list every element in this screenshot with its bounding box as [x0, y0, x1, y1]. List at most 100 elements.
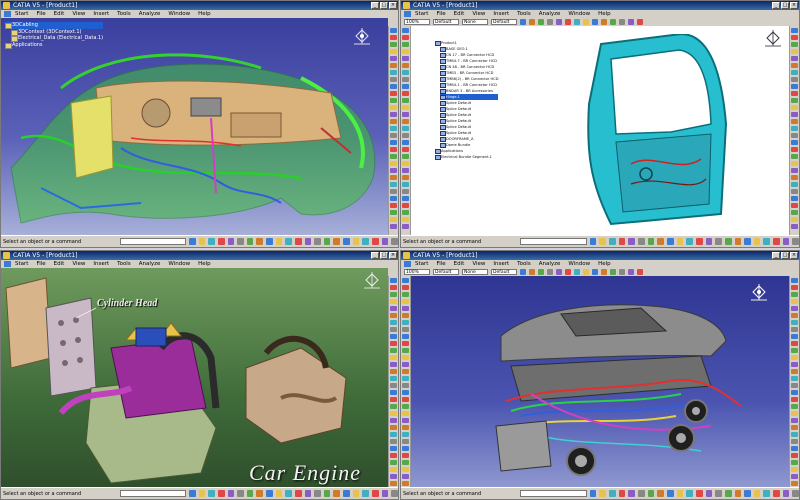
toolbar-tool-icon[interactable]: [390, 467, 397, 472]
toolbar-tool-icon[interactable]: [791, 126, 798, 131]
status-tool-icon[interactable]: [294, 490, 302, 497]
status-tool-icon[interactable]: [782, 490, 790, 497]
menu-view[interactable]: View: [472, 10, 485, 18]
toolbar-tool-icon[interactable]: [402, 467, 409, 472]
toolbar-tool-icon[interactable]: [791, 299, 798, 304]
layer-combo[interactable]: None: [462, 269, 488, 275]
toolbar-tool-icon[interactable]: [402, 112, 409, 117]
menu-view[interactable]: View: [72, 260, 85, 268]
toolbar-tool-icon[interactable]: [402, 432, 409, 437]
toolbar-tool-icon[interactable]: [390, 299, 397, 304]
menu-edit[interactable]: Edit: [54, 10, 65, 18]
toolbar-tool-icon[interactable]: [402, 126, 409, 131]
status-tool-icon[interactable]: [705, 238, 713, 245]
toolbar-tool-icon[interactable]: [791, 70, 798, 75]
toolbar-tool-icon[interactable]: [402, 161, 409, 166]
toolbar-tool-icon[interactable]: [390, 327, 397, 332]
toolbar-tool-icon[interactable]: [791, 217, 798, 222]
view-tool-icon[interactable]: [628, 19, 634, 25]
toolbar-tool-icon[interactable]: [791, 362, 798, 367]
toolbar-tool-icon[interactable]: [390, 63, 397, 68]
toolbar-tool-icon[interactable]: [402, 418, 409, 423]
toolbar-tool-icon[interactable]: [791, 446, 798, 451]
toolbar-tool-icon[interactable]: [402, 63, 409, 68]
view-tool-icon[interactable]: [637, 269, 643, 275]
toolbar-tool-icon[interactable]: [791, 425, 798, 430]
status-tool-icon[interactable]: [333, 490, 341, 497]
toolbar-tool-icon[interactable]: [791, 182, 798, 187]
toolbar-tool-icon[interactable]: [390, 446, 397, 451]
menu-file[interactable]: File: [436, 10, 445, 18]
status-tool-icon[interactable]: [715, 490, 722, 497]
toolbar-tool-icon[interactable]: [791, 334, 798, 339]
toolbar-tool-icon[interactable]: [390, 334, 397, 339]
status-tool-icon[interactable]: [628, 238, 635, 245]
toolbar-tool-icon[interactable]: [791, 84, 798, 89]
toolbar-tool-icon[interactable]: [402, 446, 409, 451]
status-tool-icon[interactable]: [208, 490, 215, 497]
toolbar-tool-icon[interactable]: [791, 77, 798, 82]
maximize-button[interactable]: □: [781, 252, 789, 259]
toolbar-tool-icon[interactable]: [791, 161, 798, 166]
compass-icon[interactable]: [360, 270, 384, 294]
toolbar-tool-icon[interactable]: [390, 210, 397, 215]
status-tool-icon[interactable]: [189, 490, 196, 497]
view-tool-icon[interactable]: [610, 269, 616, 275]
menu-view[interactable]: View: [472, 260, 485, 268]
toolbar-tool-icon[interactable]: [390, 91, 397, 96]
toolbar-tool-icon[interactable]: [402, 210, 409, 215]
tree-node[interactable]: Applications: [5, 42, 103, 48]
toolbar-tool-icon[interactable]: [390, 348, 397, 353]
view-tool-icon[interactable]: [520, 19, 526, 25]
render-combo[interactable]: Default: [491, 19, 517, 25]
view-tool-icon[interactable]: [520, 269, 526, 275]
menu-window[interactable]: Window: [568, 10, 590, 18]
status-tool-icon[interactable]: [686, 490, 693, 497]
toolbar-tool-icon[interactable]: [390, 397, 397, 402]
status-tool-icon[interactable]: [189, 238, 196, 245]
menu-help[interactable]: Help: [598, 260, 611, 268]
toolbar-tool-icon[interactable]: [402, 42, 409, 47]
toolbar-tool-icon[interactable]: [390, 278, 397, 283]
view-tool-icon[interactable]: [610, 19, 616, 25]
toolbar-tool-icon[interactable]: [390, 56, 397, 61]
status-tool-icon[interactable]: [695, 490, 703, 497]
status-tool-icon[interactable]: [381, 490, 389, 497]
toolbar-tool-icon[interactable]: [791, 411, 798, 416]
close-button[interactable]: ×: [389, 2, 397, 9]
toolbar-tool-icon[interactable]: [402, 376, 409, 381]
menu-tools[interactable]: Tools: [517, 10, 531, 18]
toolbar-tool-icon[interactable]: [402, 313, 409, 318]
status-tool-icon[interactable]: [343, 490, 350, 497]
toolbar-tool-icon[interactable]: [402, 383, 409, 388]
status-tool-icon[interactable]: [763, 238, 771, 245]
toolbar-tool-icon[interactable]: [390, 425, 397, 430]
view-tool-icon[interactable]: [529, 19, 535, 25]
toolbar-tool-icon[interactable]: [402, 77, 409, 82]
toolbar-tool-icon[interactable]: [390, 140, 397, 145]
toolbar-tool-icon[interactable]: [402, 91, 409, 96]
status-tool-icon[interactable]: [323, 238, 331, 245]
toolbar-tool-icon[interactable]: [791, 320, 798, 325]
status-tool-icon[interactable]: [352, 490, 360, 497]
status-tool-icon[interactable]: [314, 490, 321, 497]
style-combo[interactable]: Default: [433, 19, 459, 25]
view-tool-icon[interactable]: [547, 19, 553, 25]
status-tool-icon[interactable]: [647, 238, 655, 245]
toolbar-tool-icon[interactable]: [390, 224, 397, 229]
toolbar-tool-icon[interactable]: [390, 439, 397, 444]
menu-edit[interactable]: Edit: [54, 260, 65, 268]
maximize-button[interactable]: □: [380, 252, 388, 259]
menu-help[interactable]: Help: [198, 260, 211, 268]
toolbar-tool-icon[interactable]: [390, 196, 397, 201]
catia-window-dashboard[interactable]: CATIA V5 - [Product1] _ □ × Start File Edi…: [0, 0, 399, 248]
toolbar-tool-icon[interactable]: [402, 453, 409, 458]
menu-file[interactable]: File: [36, 10, 45, 18]
toolbar-tool-icon[interactable]: [390, 481, 397, 486]
menu-window[interactable]: Window: [168, 260, 190, 268]
command-input[interactable]: [520, 238, 587, 245]
toolbar-tool-icon[interactable]: [402, 299, 409, 304]
toolbar-tool-icon[interactable]: [390, 42, 397, 47]
view-tool-icon[interactable]: [601, 269, 607, 275]
menu-window[interactable]: Window: [568, 260, 590, 268]
